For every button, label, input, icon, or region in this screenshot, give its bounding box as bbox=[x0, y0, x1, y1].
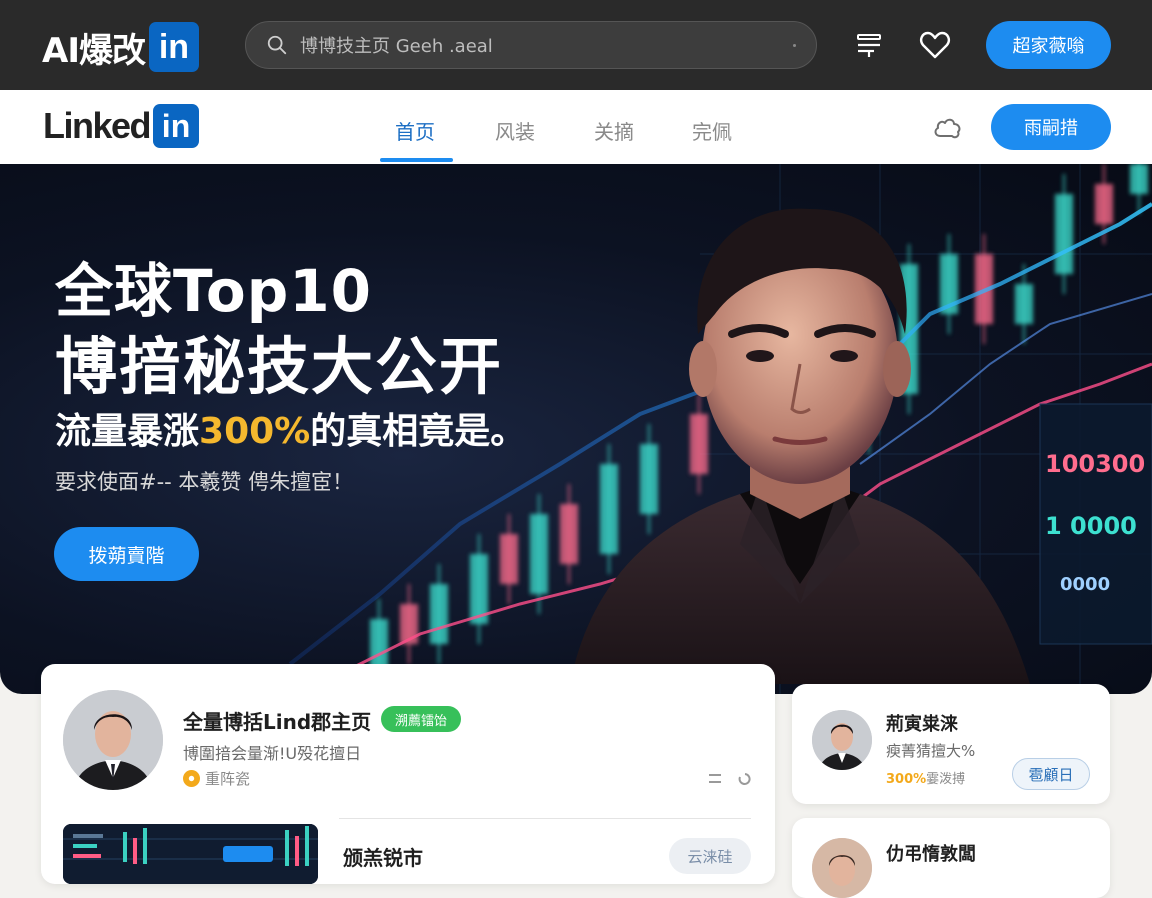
tab-3[interactable]: 关摘 bbox=[594, 116, 634, 145]
refresh-icon[interactable] bbox=[737, 772, 753, 786]
hero-title-line2: 博揞秘技大公开 bbox=[55, 330, 504, 403]
side-avatar-1[interactable] bbox=[812, 710, 872, 770]
side-card-1: 荊寅粜涞 瘐菁猜擅大% 300%霎泼搏 雹顧日 bbox=[792, 684, 1110, 804]
nav-action-button[interactable]: 雨嗣措 bbox=[991, 104, 1111, 150]
search-dot bbox=[793, 44, 796, 47]
side-avatar-2[interactable] bbox=[812, 838, 872, 898]
hero-highlight: 300% bbox=[199, 411, 311, 452]
hero-cta-button[interactable]: 拨蒴賣階 bbox=[54, 527, 199, 581]
tab-4[interactable]: 完佩 bbox=[692, 116, 732, 145]
heart-icon[interactable] bbox=[918, 28, 952, 62]
nav-bar: Linked in 首页 风装 关摘 完佩 雨嗣措 bbox=[0, 90, 1152, 164]
metric-3: 0000 bbox=[1060, 574, 1111, 595]
list-icon[interactable] bbox=[707, 772, 723, 786]
top-action-button[interactable]: 超家薇嗡 bbox=[986, 21, 1111, 69]
tab-home[interactable]: 首页 bbox=[395, 116, 435, 145]
post-tag-button[interactable]: 云涞硅 bbox=[669, 838, 751, 874]
side-stat-highlight: 300% bbox=[886, 772, 927, 787]
side-name-2[interactable]: 仂弔惰敦闆 bbox=[886, 840, 976, 866]
linkedin-logo[interactable]: Linked in bbox=[43, 104, 200, 148]
tab-2[interactable]: 风装 bbox=[495, 116, 535, 145]
candle-body bbox=[500, 534, 518, 584]
hero-title-line3: 流量暴涨300%的真相竟是。 bbox=[55, 402, 526, 454]
side-stat-1: 300%霎泼搏 bbox=[886, 768, 965, 787]
coin-label: 重阵瓷 bbox=[205, 770, 251, 788]
hero-title-line3-pre: 流量暴涨 bbox=[55, 411, 200, 452]
search-bar[interactable]: 博博技主页 Geeh .aeal bbox=[245, 21, 817, 69]
metric-2: 1 0000 bbox=[1045, 512, 1137, 540]
side-description-1: 瘐菁猜擅大% bbox=[886, 742, 976, 760]
side-name-1[interactable]: 荊寅粜涞 bbox=[886, 710, 958, 736]
candle-body bbox=[530, 514, 548, 594]
profile-name[interactable]: 全量博括Lind郡主页 bbox=[183, 706, 371, 735]
logo-text: Linked bbox=[43, 105, 152, 146]
active-tab-indicator bbox=[380, 158, 453, 162]
gear-icon[interactable] bbox=[932, 114, 964, 144]
brand-logo[interactable]: AI爆改 in bbox=[42, 22, 199, 72]
metric-1: 100300 bbox=[1045, 450, 1146, 478]
hero-subtitle: 要求使面#-- 本羲赞 俜朱擅宦！ bbox=[55, 470, 354, 494]
top-bar: AI爆改 in 博博技主页 Geeh .aeal 超家薇嗡 bbox=[0, 0, 1152, 90]
search-input[interactable]: 博博技主页 Geeh .aeal bbox=[300, 32, 493, 58]
card-divider bbox=[339, 818, 751, 819]
profile-description: 博圍揞会量渐!U殁花擅日 bbox=[183, 744, 362, 763]
brand-in-badge: in bbox=[148, 22, 199, 72]
logo-in-badge: in bbox=[153, 104, 200, 148]
hero-title-line3-post: 的真相竟是。 bbox=[310, 411, 527, 452]
brand-text: AI爆改 bbox=[42, 30, 146, 71]
search-icon bbox=[267, 35, 287, 55]
side-action-button-1[interactable]: 雹顧日 bbox=[1012, 758, 1090, 790]
coin-icon bbox=[183, 770, 200, 787]
candle-body bbox=[1130, 164, 1148, 194]
candle-body bbox=[1055, 194, 1073, 274]
post-title[interactable]: 颁羔锐市 bbox=[343, 842, 423, 871]
menu-icon[interactable] bbox=[852, 28, 886, 62]
profile-avatar[interactable] bbox=[63, 690, 163, 790]
hero-person-image bbox=[570, 208, 1030, 684]
candle-body bbox=[1095, 184, 1113, 224]
profile-card: 全量博括Lind郡主页 溯薦镭饴 博圍揞会量渐!U殁花擅日 重阵瓷 颁羔锐市 云… bbox=[41, 664, 775, 884]
post-thumbnail[interactable] bbox=[63, 824, 318, 884]
hero-banner: 100300 1 0000 0000 全球Top10 博揞秘技大公开 流量暴涨3… bbox=[0, 164, 1152, 694]
side-card-2: 仂弔惰敦闆 bbox=[792, 818, 1110, 898]
candle-body bbox=[430, 584, 448, 644]
status-badge: 溯薦镭饴 bbox=[381, 706, 462, 732]
side-stat-rest: 霎泼搏 bbox=[926, 772, 966, 787]
